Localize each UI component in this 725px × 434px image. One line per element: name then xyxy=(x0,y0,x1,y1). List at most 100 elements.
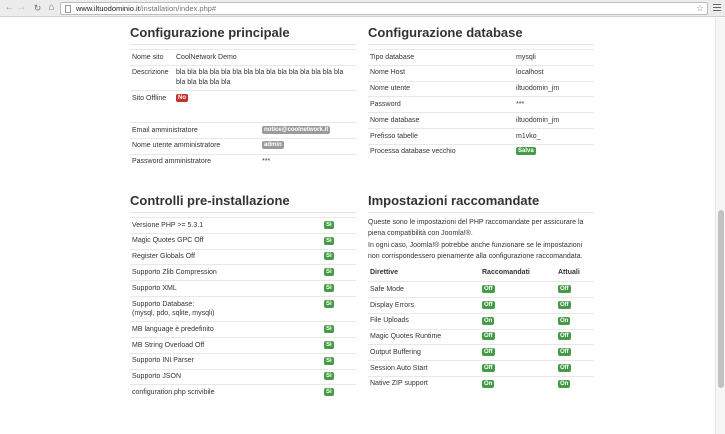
table-row: Native ZIP support On On xyxy=(368,375,594,392)
check-label-line2: (mysql, pdo, sqlite, mysqli) xyxy=(132,310,215,318)
admin-user-label: Nome utente amministratore xyxy=(130,137,260,154)
table-row: Processa database vecchio Salva xyxy=(368,143,594,160)
check-badge: Sì xyxy=(324,220,334,229)
table-row: Supporto Database: (mysql, pdo, sqlite, m… xyxy=(130,295,356,322)
preinstall-section: Controlli pre-installazione Versione PHP… xyxy=(130,193,356,401)
check-label: Supporto Zlib Compression xyxy=(130,264,322,281)
scrollbar[interactable] xyxy=(715,18,725,434)
recommended-intro-1: Queste sono le impostazioni del PHP racc… xyxy=(368,219,584,238)
check-badge: Sì xyxy=(324,388,334,397)
check-label: Supporto XML xyxy=(130,280,322,297)
old-db-label: Processa database vecchio xyxy=(368,143,514,160)
check-badge: Sì xyxy=(324,325,334,334)
actual-badge: Off xyxy=(558,284,571,293)
description-value: bla bla bla bla bla bla bla bla bla bla … xyxy=(174,64,356,91)
check-label-line1: Supporto Database: xyxy=(132,300,195,308)
table-row: Sito Offline No xyxy=(130,90,356,106)
recommended-badge: Off xyxy=(482,284,495,293)
bookmark-star-icon[interactable]: ☆ xyxy=(696,3,704,14)
db-user-value: iltuodomin_jm xyxy=(514,80,594,97)
db-host-label: Nome Host xyxy=(368,64,514,82)
table-row: Email amministratore notice@coolnetwork.… xyxy=(130,121,356,139)
db-config-table: Tipo database mysqli Nome Host localhost N… xyxy=(368,49,594,160)
recommended-badge: Off xyxy=(482,363,495,372)
table-row: Descrizione bla bla bla bla bla bla bla … xyxy=(130,64,356,91)
table-row: Nome utente amministratore admin xyxy=(130,137,356,154)
table-row: Register Globals Off Sì xyxy=(130,248,356,265)
recommended-badge: On xyxy=(482,316,495,325)
col-directive: Direttive xyxy=(370,269,399,277)
table-row: Nome database iltuodomin_jm xyxy=(368,112,594,129)
col-actual: Attuali xyxy=(558,269,580,277)
admin-email-badge: notice@coolnetwork.it xyxy=(262,125,331,134)
recommended-section: Impostazioni raccomandate Queste sono le… xyxy=(368,193,594,392)
check-label: Register Globals Off xyxy=(130,248,322,265)
table-row: Supporto Zlib Compression Sì xyxy=(130,264,356,281)
scrollbar-thumb[interactable] xyxy=(718,210,724,388)
check-badge: Sì xyxy=(324,268,334,277)
actual-badge: On xyxy=(558,379,571,388)
recommended-title: Impostazioni raccomandate xyxy=(368,193,594,213)
reload-icon[interactable]: ↻ xyxy=(32,2,43,14)
recommended-badge: Off xyxy=(482,348,495,357)
actual-badge: Off xyxy=(558,363,571,372)
table-row: Supporto JSON Sì xyxy=(130,368,356,385)
check-badge: Sì xyxy=(324,236,334,245)
actual-badge: Off xyxy=(558,332,571,341)
check-label: Supporto Database: (mysql, pdo, sqlite, m… xyxy=(130,295,322,322)
table-row: MB language è predefinito Sì xyxy=(130,321,356,338)
check-label: MB String Overload Off xyxy=(130,337,322,354)
menu-icon[interactable] xyxy=(713,4,721,12)
admin-pass-label: Password amministratore xyxy=(130,153,260,170)
offline-label: Sito Offline xyxy=(130,90,174,106)
db-config-section: Configurazione database Tipo database mys… xyxy=(368,25,594,160)
table-row: Display Errors Off Off xyxy=(368,296,594,314)
actual-badge: Off xyxy=(558,300,571,309)
check-label: Magic Quotes GPC Off xyxy=(130,232,322,250)
url-text[interactable]: www.iltuodominio.it/installation/index.p… xyxy=(76,4,216,14)
actual-badge: Off xyxy=(558,348,571,357)
description-label: Descrizione xyxy=(130,64,174,91)
db-name-value: iltuodomin_jm xyxy=(514,112,594,129)
url-host: www.iltuodominio.it xyxy=(76,4,140,13)
forward-icon[interactable]: → xyxy=(16,2,27,14)
main-config-section: Configurazione principale Nome sito Cool… xyxy=(130,25,356,170)
table-row: Versione PHP >= 5.3.1 Sì xyxy=(130,217,356,234)
home-icon[interactable]: ⌂ xyxy=(46,2,57,14)
directive-label: Output Buffering xyxy=(368,344,480,361)
table-row: Supporto INI Parser Sì xyxy=(130,352,356,370)
old-db-badge: Salva xyxy=(516,147,536,156)
table-row: File Uploads On On xyxy=(368,312,594,330)
offline-badge: No xyxy=(176,93,188,102)
table-row: Password amministratore *** xyxy=(130,153,356,170)
check-label: MB language è predefinito xyxy=(130,321,322,338)
table-row: Password *** xyxy=(368,96,594,113)
check-label: configuration.php scrivibile xyxy=(130,384,322,401)
admin-pass-value: *** xyxy=(260,153,356,170)
page-icon xyxy=(65,5,71,13)
table-header: Direttive Raccomandati Attuali xyxy=(368,265,594,282)
actual-badge: On xyxy=(558,316,571,325)
check-label: Supporto JSON xyxy=(130,368,322,385)
directive-label: Magic Quotes Runtime xyxy=(368,328,480,345)
check-badge: Sì xyxy=(324,283,334,292)
main-config-title: Configurazione principale xyxy=(130,25,356,45)
table-row: Output Buffering Off Off xyxy=(368,344,594,361)
check-label: Supporto INI Parser xyxy=(130,352,322,370)
admin-user-badge: admin xyxy=(262,141,284,150)
recommended-table: Direttive Raccomandati Attuali Safe Mode… xyxy=(368,265,594,392)
table-row: Session Auto Start Off Off xyxy=(368,360,594,377)
admin-email-label: Email amministratore xyxy=(130,121,260,139)
address-bar[interactable]: www.iltuodominio.it/installation/index.p… xyxy=(60,2,708,15)
table-row: MB String Overload Off Sì xyxy=(130,337,356,354)
back-icon[interactable]: ← xyxy=(4,2,15,14)
admin-table: Email amministratore notice@coolnetwork.… xyxy=(130,121,356,170)
site-name-label: Nome sito xyxy=(130,49,174,66)
recommended-badge: On xyxy=(482,379,495,388)
db-prefix-value: m1vko_ xyxy=(514,127,594,145)
directive-label: Native ZIP support xyxy=(368,375,480,392)
db-name-label: Nome database xyxy=(368,112,514,129)
check-badge: Sì xyxy=(324,340,334,349)
db-host-value: localhost xyxy=(514,64,594,82)
directive-label: Session Auto Start xyxy=(368,360,480,377)
